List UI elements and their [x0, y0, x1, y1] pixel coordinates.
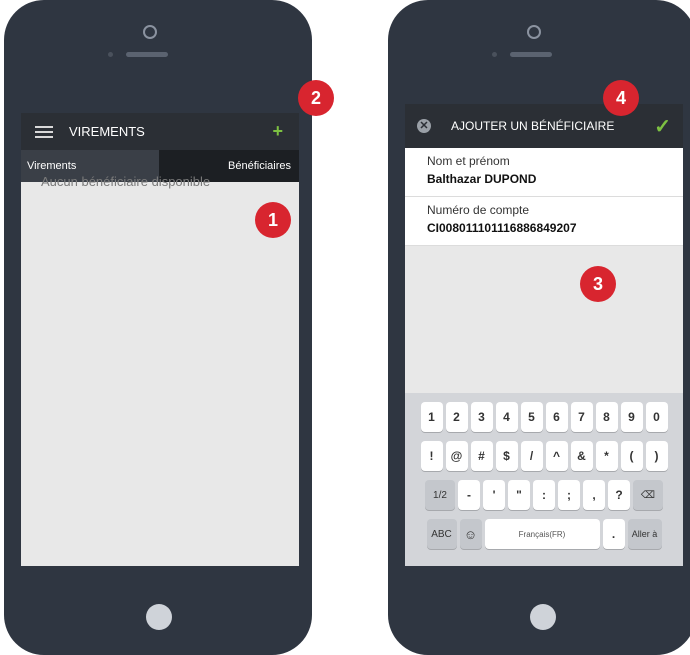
- sensor-dot: [492, 52, 497, 57]
- empty-state-message: Aucun bénéficiaire disponible: [41, 174, 211, 189]
- name-field[interactable]: Nom et prénom Balthazar DUPOND: [405, 148, 683, 197]
- key[interactable]: &: [570, 441, 593, 471]
- field-value: CI008011101116886849207: [427, 221, 577, 235]
- key[interactable]: 3: [470, 402, 493, 432]
- screen-right: ✕ AJOUTER UN BÉNÉFICIAIRE ✓ Nom et préno…: [405, 104, 683, 566]
- key[interactable]: 2: [445, 402, 468, 432]
- key[interactable]: *: [595, 441, 618, 471]
- key[interactable]: .: [602, 519, 625, 549]
- key[interactable]: @: [445, 441, 468, 471]
- key[interactable]: ": [508, 480, 530, 510]
- field-label: Numéro de compte: [427, 203, 530, 217]
- add-beneficiary-button[interactable]: +: [272, 121, 283, 141]
- key[interactable]: 0: [645, 402, 668, 432]
- menu-icon[interactable]: [35, 125, 53, 138]
- key[interactable]: ;: [558, 480, 580, 510]
- keyboard-row: 1 2 3 4 5 6 7 8 9 0: [405, 402, 683, 432]
- callout-badge: 4: [603, 80, 639, 116]
- key[interactable]: 5: [520, 402, 543, 432]
- key[interactable]: 1: [420, 402, 443, 432]
- key[interactable]: 6: [545, 402, 568, 432]
- keyboard-row: 1/2 - ' " : ; , ? ⌫: [405, 480, 683, 510]
- abc-key[interactable]: ABC: [426, 519, 457, 549]
- emoji-icon[interactable]: ☺: [459, 519, 482, 549]
- key[interactable]: :: [533, 480, 555, 510]
- field-value: Balthazar DUPOND: [427, 172, 537, 186]
- key[interactable]: 7: [570, 402, 593, 432]
- app-header: ✕ AJOUTER UN BÉNÉFICIAIRE ✓: [405, 104, 683, 148]
- camera-icon: [527, 25, 541, 39]
- key[interactable]: 4: [495, 402, 518, 432]
- field-label: Nom et prénom: [427, 154, 510, 168]
- on-screen-keyboard: 1 2 3 4 5 6 7 8 9 0 ! @ # $ / ^ & * () …: [405, 393, 683, 566]
- callout-badge: 2: [298, 80, 334, 116]
- phone-right: ✕ AJOUTER UN BÉNÉFICIAIRE ✓ Nom et préno…: [388, 0, 690, 655]
- key[interactable]: !: [420, 441, 443, 471]
- space-key[interactable]: Français(FR): [484, 519, 600, 549]
- key[interactable]: $: [495, 441, 518, 471]
- home-button[interactable]: [530, 604, 556, 630]
- screen-left: VIREMENTS + Virements Bénéficiaires Aucu…: [21, 113, 299, 566]
- keyboard-row: ABC ☺ Français(FR) . Aller à: [405, 519, 683, 549]
- symbols-page-key[interactable]: 1/2: [425, 480, 455, 510]
- callout-badge: 1: [255, 202, 291, 238]
- beneficiary-form: Nom et prénom Balthazar DUPOND Numéro de…: [405, 148, 683, 246]
- key[interactable]: ^: [545, 441, 568, 471]
- confirm-check-icon[interactable]: ✓: [654, 114, 671, 139]
- close-icon[interactable]: ✕: [417, 119, 431, 133]
- header-title: VIREMENTS: [69, 124, 145, 139]
- callout-badge: 3: [580, 266, 616, 302]
- speaker-grille: [126, 52, 168, 57]
- go-key[interactable]: Aller à: [627, 519, 662, 549]
- header-title: AJOUTER UN BÉNÉFICIAIRE: [451, 119, 615, 133]
- key[interactable]: #: [470, 441, 493, 471]
- backspace-icon[interactable]: ⌫: [633, 480, 663, 510]
- camera-icon: [143, 25, 157, 39]
- sensor-dot: [108, 52, 113, 57]
- key[interactable]: 9: [620, 402, 643, 432]
- speaker-grille: [510, 52, 552, 57]
- key[interactable]: ': [483, 480, 505, 510]
- key[interactable]: ?: [608, 480, 630, 510]
- key[interactable]: /: [520, 441, 543, 471]
- phone-left: VIREMENTS + Virements Bénéficiaires Aucu…: [4, 0, 312, 655]
- home-button[interactable]: [146, 604, 172, 630]
- app-header: VIREMENTS +: [21, 113, 299, 150]
- key[interactable]: ,: [583, 480, 605, 510]
- account-number-field[interactable]: Numéro de compte CI008011101116886849207: [405, 197, 683, 246]
- key[interactable]: ): [645, 441, 668, 471]
- key[interactable]: -: [458, 480, 480, 510]
- key[interactable]: (: [620, 441, 643, 471]
- key[interactable]: 8: [595, 402, 618, 432]
- keyboard-row: ! @ # $ / ^ & * ( ): [405, 441, 683, 471]
